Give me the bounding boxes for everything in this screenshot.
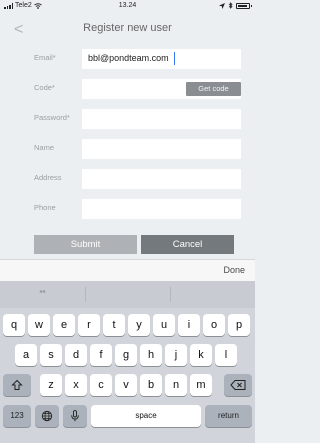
backspace-icon bbox=[230, 380, 246, 390]
numbers-key[interactable]: 123 bbox=[3, 405, 31, 427]
key-k[interactable]: k bbox=[190, 344, 212, 366]
key-v[interactable]: v bbox=[115, 374, 137, 396]
navigation-bar: < Register new user bbox=[0, 13, 255, 49]
key-r[interactable]: r bbox=[78, 314, 100, 336]
key-d[interactable]: d bbox=[65, 344, 87, 366]
dictation-key[interactable] bbox=[63, 405, 87, 427]
text-caret bbox=[174, 52, 175, 65]
key-i[interactable]: i bbox=[178, 314, 200, 336]
predictive-bar: “” bbox=[0, 281, 255, 308]
bluetooth-icon bbox=[228, 2, 233, 9]
code-label: Code* bbox=[34, 83, 55, 92]
shift-icon bbox=[11, 379, 23, 390]
globe-key[interactable] bbox=[35, 405, 59, 427]
keyboard-accessory-bar: Done bbox=[0, 259, 255, 281]
email-label: Email* bbox=[34, 53, 56, 62]
status-icons bbox=[219, 2, 252, 9]
keyboard: “” q w e r t y u i o p a s d f g h j k l… bbox=[0, 281, 255, 443]
key-u[interactable]: u bbox=[153, 314, 175, 336]
predictive-suggestion[interactable] bbox=[86, 281, 170, 308]
name-label: Name bbox=[34, 143, 55, 152]
status-bar: Tele2 13.24 bbox=[0, 0, 255, 13]
key-z[interactable]: z bbox=[40, 374, 62, 396]
name-field[interactable] bbox=[82, 139, 241, 159]
key-w[interactable]: w bbox=[28, 314, 50, 336]
key-y[interactable]: y bbox=[128, 314, 150, 336]
email-row: Email* bbl@pondteam.com bbox=[0, 49, 255, 69]
battery-icon bbox=[236, 2, 252, 9]
cancel-button[interactable]: Cancel bbox=[141, 235, 234, 254]
phone-row: Phone bbox=[0, 199, 255, 219]
address-field[interactable] bbox=[82, 169, 241, 189]
get-code-button[interactable]: Get code bbox=[186, 82, 241, 96]
predictive-suggestion[interactable] bbox=[171, 281, 255, 308]
key-q[interactable]: q bbox=[3, 314, 25, 336]
key-p[interactable]: p bbox=[228, 314, 250, 336]
key-m[interactable]: m bbox=[190, 374, 212, 396]
return-key[interactable]: return bbox=[205, 405, 252, 427]
name-row: Name bbox=[0, 139, 255, 159]
key-x[interactable]: x bbox=[65, 374, 87, 396]
predictive-suggestion[interactable]: “” bbox=[0, 281, 85, 308]
key-e[interactable]: e bbox=[53, 314, 75, 336]
password-label: Password* bbox=[34, 113, 70, 122]
phone-field[interactable] bbox=[82, 199, 241, 219]
password-field[interactable] bbox=[82, 109, 241, 129]
phone-label: Phone bbox=[34, 203, 56, 212]
email-value: bbl@pondteam.com bbox=[88, 53, 169, 63]
shift-key[interactable] bbox=[3, 374, 31, 396]
microphone-icon bbox=[71, 410, 79, 422]
key-f[interactable]: f bbox=[90, 344, 112, 366]
key-s[interactable]: s bbox=[40, 344, 62, 366]
address-row: Address bbox=[0, 169, 255, 189]
address-label: Address bbox=[34, 173, 62, 182]
space-key[interactable]: space bbox=[91, 405, 201, 427]
key-b[interactable]: b bbox=[140, 374, 162, 396]
key-l[interactable]: l bbox=[215, 344, 237, 366]
key-n[interactable]: n bbox=[165, 374, 187, 396]
submit-button[interactable]: Submit bbox=[34, 235, 137, 254]
key-t[interactable]: t bbox=[103, 314, 125, 336]
delete-key[interactable] bbox=[224, 374, 252, 396]
key-o[interactable]: o bbox=[203, 314, 225, 336]
key-j[interactable]: j bbox=[165, 344, 187, 366]
key-a[interactable]: a bbox=[15, 344, 37, 366]
page-title: Register new user bbox=[83, 22, 172, 34]
key-g[interactable]: g bbox=[115, 344, 137, 366]
status-time: 13.24 bbox=[118, 2, 137, 9]
key-h[interactable]: h bbox=[140, 344, 162, 366]
password-row: Password* bbox=[0, 109, 255, 129]
key-c[interactable]: c bbox=[90, 374, 112, 396]
done-button[interactable]: Done bbox=[223, 265, 245, 275]
location-icon bbox=[219, 2, 225, 9]
globe-icon bbox=[41, 410, 53, 422]
